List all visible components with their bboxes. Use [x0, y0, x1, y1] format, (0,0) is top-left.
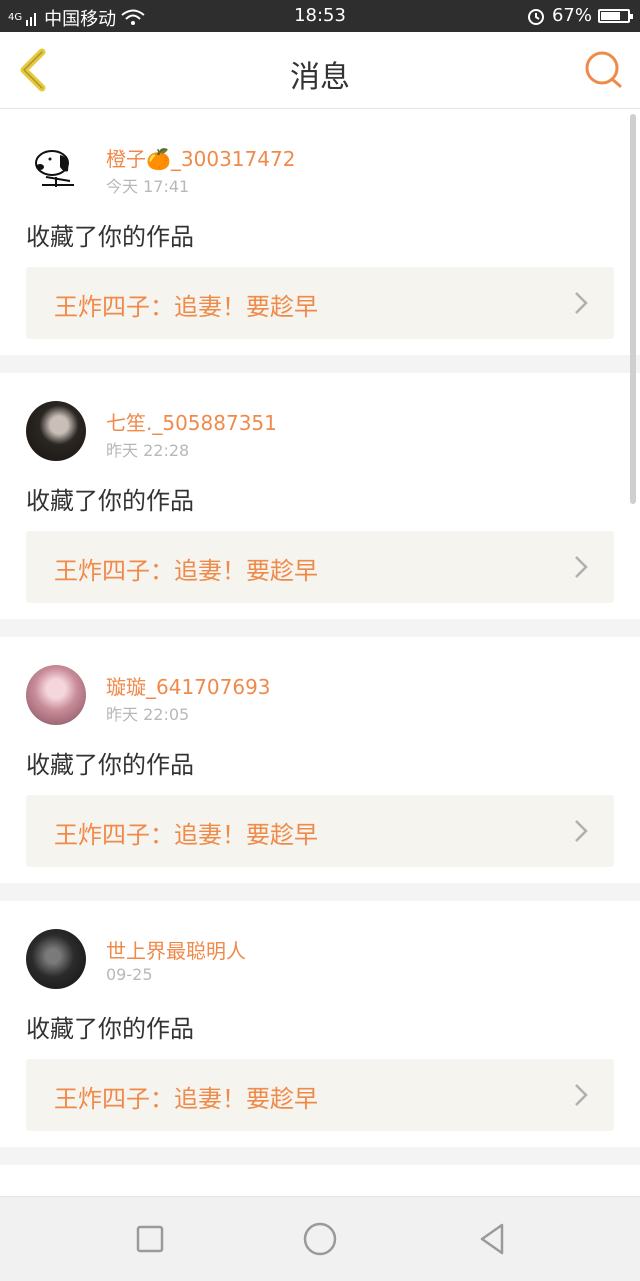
work-title: 王炸四子：追妻！要趁早 [54, 557, 318, 585]
work-title: 王炸四子：追妻！要趁早 [54, 821, 318, 849]
timestamp: 昨天 22:05 [106, 705, 190, 724]
work-title: 王炸四子：追妻！要趁早 [54, 293, 318, 321]
alarm-icon [527, 8, 544, 25]
message-list: 橙子🍊_300317472 今天 17:41 收藏了你的作品 王炸四子：追妻！要… [0, 109, 640, 1223]
message-card: 橙子🍊_300317472 今天 17:41 收藏了你的作品 王炸四子：追妻！要… [0, 109, 640, 355]
action-text: 收藏了你的作品 [26, 1015, 194, 1043]
work-link[interactable]: 王炸四子：追妻！要趁早 [26, 1059, 614, 1131]
message-card: 璇璇_641707693 昨天 22:05 收藏了你的作品 王炸四子：追妻！要趁… [0, 637, 640, 883]
header: 消息 [0, 32, 640, 109]
circle-icon [303, 1222, 337, 1256]
action-text: 收藏了你的作品 [26, 487, 194, 515]
back-nav-button[interactable] [472, 1219, 512, 1259]
status-bar: 4G 中国移动 18:53 67% [0, 0, 640, 32]
square-icon [136, 1225, 164, 1253]
timestamp: 昨天 22:28 [106, 441, 190, 460]
status-right: 67% [526, 5, 633, 26]
action-text: 收藏了你的作品 [26, 751, 194, 779]
chevron-right-icon [575, 292, 588, 314]
recent-apps-button[interactable] [130, 1219, 170, 1259]
battery-percent: 67% [551, 5, 592, 26]
work-link[interactable]: 王炸四子：追妻！要趁早 [26, 267, 614, 339]
avatar[interactable] [26, 401, 86, 461]
work-link[interactable]: 王炸四子：追妻！要趁早 [26, 531, 614, 603]
battery-level [601, 11, 620, 20]
username[interactable]: 世上界最聪明人 [106, 935, 246, 964]
chevron-right-icon [575, 556, 588, 578]
page-title: 消息 [290, 60, 350, 95]
username[interactable]: 璇璇_641707693 [106, 671, 271, 700]
avatar[interactable] [26, 929, 86, 989]
action-text: 收藏了你的作品 [26, 223, 194, 251]
battery-icon [598, 8, 633, 23]
chevron-right-icon [575, 820, 588, 842]
avatar[interactable] [26, 137, 86, 197]
navigation-bar [0, 1196, 640, 1281]
scrollbar[interactable] [630, 114, 636, 504]
avatar[interactable] [26, 665, 86, 725]
chevron-right-icon [575, 1084, 588, 1106]
message-card: 七笙._505887351 昨天 22:28 收藏了你的作品 王炸四子：追妻！要… [0, 373, 640, 619]
home-button[interactable] [300, 1219, 340, 1259]
work-link[interactable]: 王炸四子：追妻！要趁早 [26, 795, 614, 867]
search-button[interactable] [580, 46, 628, 94]
triangle-back-icon [480, 1223, 504, 1255]
username[interactable]: 橙子🍊_300317472 [106, 143, 295, 172]
snoopy-avatar-icon [35, 150, 74, 187]
timestamp: 今天 17:41 [106, 177, 190, 196]
username[interactable]: 七笙._505887351 [106, 407, 277, 436]
work-title: 王炸四子：追妻！要趁早 [54, 1085, 318, 1113]
message-card: 世上界最聪明人 09-25 收藏了你的作品 王炸四子：追妻！要趁早 [0, 901, 640, 1147]
timestamp: 09-25 [106, 965, 153, 984]
search-icon [585, 51, 622, 88]
